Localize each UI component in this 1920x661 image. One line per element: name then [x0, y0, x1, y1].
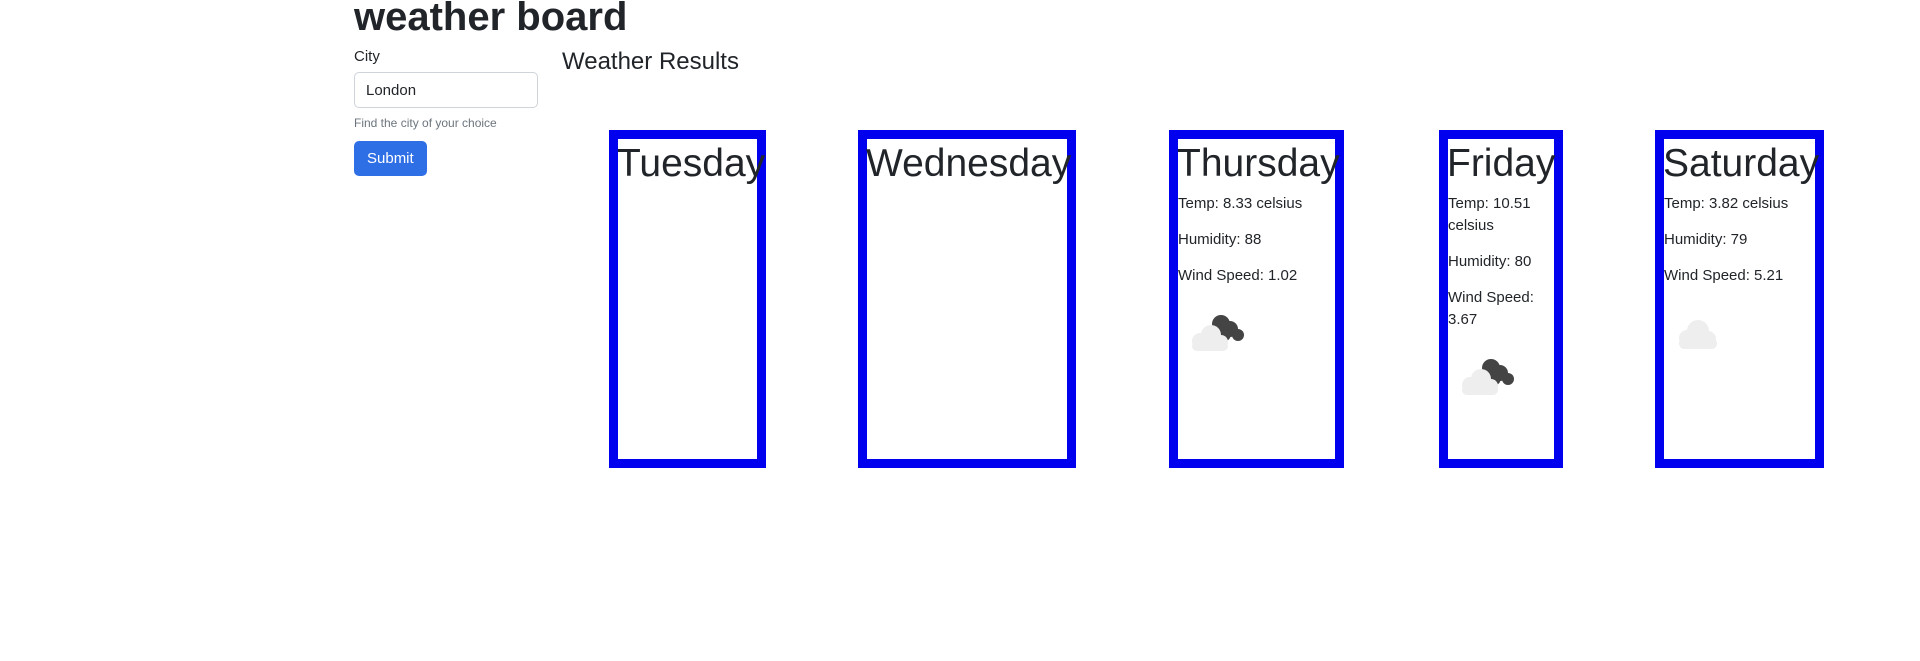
- day-name: Saturday: [1663, 142, 1820, 185]
- humidity-text: Humidity: 88: [1178, 231, 1262, 248]
- wind-speed-text: Wind Speed: 5.21: [1664, 267, 1784, 284]
- day-card-friday: Friday Temp: 10.51 celsius Humidity: 80 …: [1439, 130, 1563, 468]
- day-name: Thursday: [1177, 142, 1340, 185]
- city-help-text: Find the city of your choice: [354, 116, 497, 130]
- day-name: Wednesday: [866, 142, 1072, 185]
- broken-clouds-icon: [1192, 315, 1244, 351]
- day-card-tuesday: Tuesday: [609, 130, 766, 468]
- wind-speed-text: Wind Speed: 3.67: [1448, 289, 1534, 328]
- city-input[interactable]: [354, 72, 538, 108]
- page-title: weather board: [354, 0, 628, 39]
- day-name: Friday: [1447, 142, 1556, 185]
- humidity-text: Humidity: 80: [1448, 253, 1532, 270]
- day-name: Tuesday: [617, 142, 766, 185]
- temperature-text: Temp: 10.51 celsius: [1448, 195, 1531, 234]
- day-card-thursday: Thursday Temp: 8.33 celsius Humidity: 88…: [1169, 130, 1344, 468]
- broken-clouds-icon: [1462, 359, 1514, 395]
- wind-speed-text: Wind Speed: 1.02: [1178, 267, 1298, 284]
- results-heading: Weather Results: [562, 48, 739, 75]
- submit-button[interactable]: Submit: [354, 141, 427, 176]
- city-search-form: City Find the city of your choice Submit: [354, 47, 539, 176]
- day-card-wednesday: Wednesday: [858, 130, 1076, 468]
- humidity-text: Humidity: 79: [1664, 231, 1748, 248]
- cloud-icon: [1679, 320, 1717, 349]
- temperature-text: Temp: 8.33 celsius: [1178, 195, 1303, 212]
- day-card-saturday: Saturday Temp: 3.82 celsius Humidity: 79…: [1655, 130, 1824, 468]
- temperature-text: Temp: 3.82 celsius: [1664, 195, 1789, 212]
- city-label: City: [354, 48, 380, 65]
